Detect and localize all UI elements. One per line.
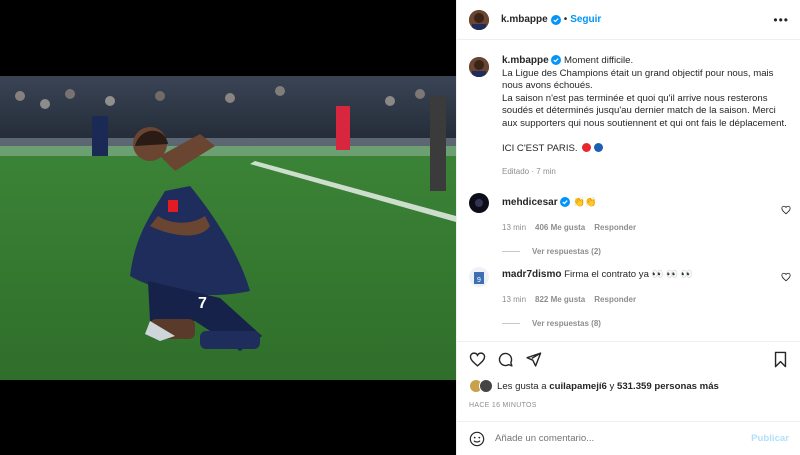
view-replies-label[interactable]: Ver respuestas (2) [532,247,601,256]
replies-divider [502,251,520,252]
svg-text:7: 7 [198,295,207,312]
comment-likes[interactable]: 822 Me gusta [535,295,585,304]
caption-username[interactable]: k.mbappe [502,55,549,66]
comment-text: 👏👏 [572,197,597,208]
comment-text: Firma el contrato ya 👀 👀 👀 [564,269,693,280]
replies-divider [502,323,520,324]
caption-line-4: ICI C'EST PARIS. [502,143,578,155]
comment-time: 13 min [502,295,527,304]
like-heart-icon[interactable] [469,351,486,368]
comment-likes[interactable]: 406 Me gusta [535,223,585,232]
caption-author-avatar[interactable] [469,57,489,77]
post-time-ago[interactable]: HACE 16 MINUTOS [469,402,537,409]
comment-item: 9 madr7dismo Firma el contrato ya 👀 👀 👀 … [469,267,791,328]
share-send-icon[interactable] [525,351,542,368]
post-caption: k.mbappe Moment difficile. La Ligue des … [469,55,791,176]
post-photo[interactable]: 7 [0,76,456,380]
add-comment-bar: Publicar [457,421,800,455]
view-replies[interactable]: Ver respuestas (2) [502,247,791,256]
reply-button[interactable]: Responder [594,295,636,304]
add-comment-input[interactable] [495,433,735,444]
liker-avatar [479,379,493,393]
publish-button[interactable]: Publicar [751,433,789,444]
likes-prefix: Les gusta a [497,380,547,392]
comment-bubble-icon[interactable] [497,351,514,368]
commenter-username[interactable]: madr7dismo [502,269,561,280]
reply-button[interactable]: Responder [594,223,636,232]
more-horizontal-icon[interactable]: ••• [773,13,789,27]
view-replies-label[interactable]: Ver respuestas (8) [532,319,601,328]
caption-verified-badge-icon [551,55,562,66]
likes-connector: y [609,380,615,392]
author-username[interactable]: k.mbappe [501,14,548,25]
comment-time: 13 min [502,223,527,232]
comment-like-heart-icon[interactable] [781,272,791,282]
post-header: k.mbappe • Seguir ••• [457,0,800,40]
emoji-smile-icon[interactable] [469,431,485,447]
liker-username[interactable]: cuilapamejí6 [549,381,607,392]
likes-summary: Les gusta a cuilapamejí6 y 531.359 perso… [469,379,719,393]
caption-line-2: La Ligue des Champions était un grand ob… [502,67,774,92]
comments-list: k.mbappe Moment difficile. La Ligue des … [457,41,800,341]
commenter-avatar[interactable] [469,193,489,213]
edited-separator: · [531,166,535,176]
commenter-avatar[interactable]: 9 [469,267,489,287]
caption-time: 7 min [536,166,556,176]
header-separator: • [563,14,568,25]
media-pane: 7 [0,0,456,455]
red-circle-emoji-icon [582,143,592,153]
caption-meta: Editado · 7 min [502,167,791,176]
commenter-verified-badge-icon [560,197,571,208]
edited-label: Editado [502,166,530,176]
follow-button[interactable]: Seguir [570,14,601,25]
bookmark-icon[interactable] [772,351,789,368]
caption-line-3: La saison n'est pas terminée et quoi qu'… [502,92,787,129]
verified-badge-icon [550,14,561,25]
author-avatar[interactable] [469,9,489,30]
likes-count[interactable]: 531.359 personas más [617,381,719,392]
commenter-username[interactable]: mehdicesar [502,197,558,208]
post-side-panel: k.mbappe • Seguir ••• k.mbappe Moment di… [456,0,800,455]
view-replies[interactable]: Ver respuestas (8) [502,319,791,328]
post-actions: Les gusta a cuilapamejí6 y 531.359 perso… [457,341,800,413]
comment-like-heart-icon[interactable] [781,205,791,215]
comment-item: mehdicesar 👏👏 13 min 406 Me gusta Respon… [469,193,791,256]
svg-text:9: 9 [477,277,481,284]
blue-circle-emoji-icon [594,143,604,153]
caption-line-1: Moment difficile. [564,55,634,66]
post-photo-illustration: 7 [0,76,456,380]
